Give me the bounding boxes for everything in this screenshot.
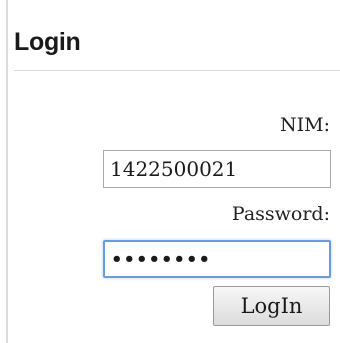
nim-label: NIM: xyxy=(280,114,330,136)
left-divider xyxy=(6,0,8,343)
nim-input[interactable] xyxy=(103,150,331,188)
password-label: Password: xyxy=(231,203,330,225)
password-input[interactable] xyxy=(103,240,331,278)
login-button[interactable]: LogIn xyxy=(213,286,330,326)
title-underline xyxy=(14,70,340,71)
login-panel-title: Login xyxy=(14,28,81,56)
